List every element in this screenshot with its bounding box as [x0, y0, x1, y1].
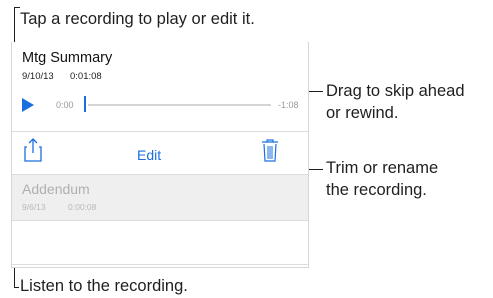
- leader-listen-bottom: [14, 287, 19, 288]
- list-item[interactable]: Addendum 9/6/13 0:00:08: [12, 174, 308, 221]
- scrubber-track[interactable]: [88, 104, 271, 106]
- callout-drag-line1: Drag to skip ahead: [326, 82, 465, 100]
- remaining-time: -1:08: [278, 100, 299, 110]
- recording-title[interactable]: Mtg Summary: [22, 50, 112, 66]
- recording-duration: 0:01:08: [70, 71, 102, 82]
- callout-drag-line2: or rewind.: [326, 104, 399, 122]
- list-item-duration: 0:00:08: [68, 202, 97, 212]
- callout-trim-line2: the recording.: [326, 181, 427, 199]
- elapsed-time: 0:00: [56, 100, 74, 110]
- scrubber-handle[interactable]: [84, 96, 86, 112]
- voice-memos-panel: Mtg Summary 9/10/13 0:01:08 0:00 -1:08 E…: [11, 42, 309, 268]
- callout-tap: Tap a recording to play or edit it.: [20, 10, 255, 28]
- row-divider: [12, 264, 308, 265]
- list-item-date: 9/6/13: [22, 202, 46, 212]
- trash-icon[interactable]: [261, 138, 279, 167]
- edit-button[interactable]: Edit: [137, 147, 161, 163]
- recording-date: 9/10/13: [22, 71, 54, 82]
- share-icon[interactable]: [24, 138, 42, 167]
- callout-trim-line1: Trim or rename: [326, 159, 439, 177]
- divider: [12, 131, 308, 132]
- leader-tap-tick: [14, 7, 20, 8]
- play-icon[interactable]: [22, 98, 34, 112]
- list-item-title: Addendum: [22, 181, 90, 197]
- callout-listen: Listen to the recording.: [20, 277, 188, 295]
